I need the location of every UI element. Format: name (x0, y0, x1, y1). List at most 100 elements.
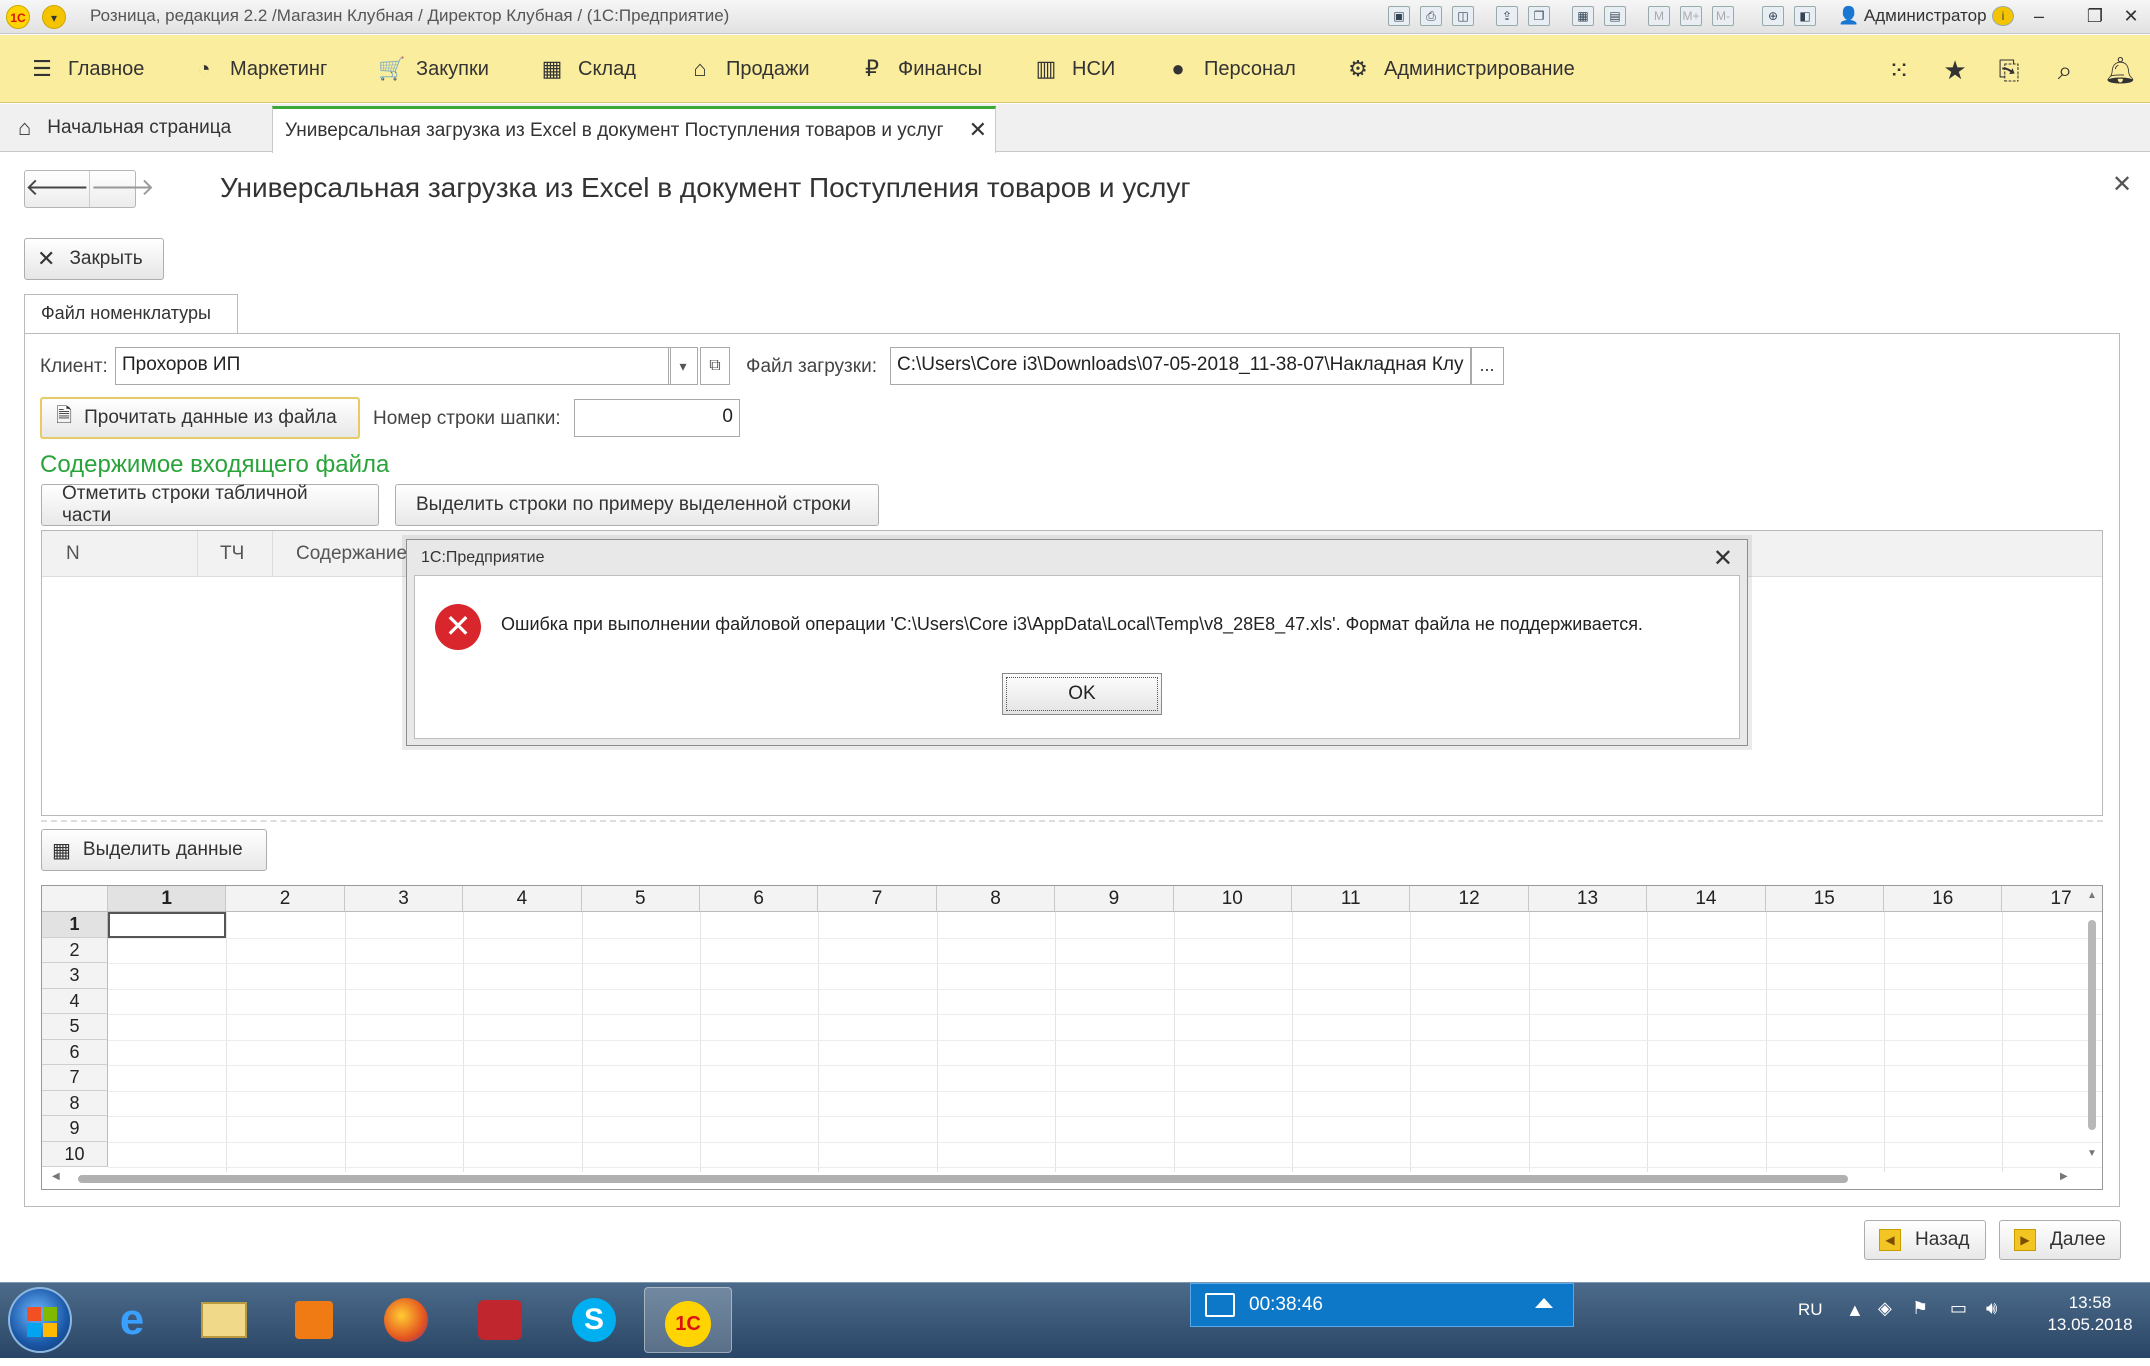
column-n[interactable]: N (66, 543, 80, 565)
read-file-button[interactable]: 🗎 Прочитать данные из файла (40, 397, 360, 439)
horizontal-scroll-thumb[interactable] (78, 1175, 1848, 1183)
restore-button[interactable]: ❐ (2080, 4, 2110, 28)
start-button[interactable] (8, 1287, 72, 1353)
scroll-up-icon[interactable]: ▲ (2087, 890, 2097, 901)
sheet-row-header[interactable]: 7 (42, 1065, 108, 1091)
favorites-star-icon[interactable]: ★ (1940, 55, 1970, 85)
system-clock[interactable]: 13:58 13.05.2018 (2040, 1292, 2140, 1336)
close-form-button[interactable]: ✕ Закрыть (24, 238, 164, 280)
select-data-button[interactable]: ▦ Выделить данные (41, 829, 267, 871)
sheet-column-header[interactable]: 5 (581, 886, 700, 912)
explorer-icon[interactable] (180, 1287, 268, 1353)
vertical-scrollbar[interactable]: ▲ ▼ (2085, 890, 2099, 1162)
form-close-icon[interactable]: ✕ (2112, 170, 2132, 199)
ok-button[interactable]: OK (1002, 673, 1162, 715)
menu-marketing[interactable]: ◔ Маркетинг (192, 35, 327, 103)
language-indicator[interactable]: RU (1798, 1300, 1823, 1320)
sheet-row-header[interactable]: 4 (42, 988, 108, 1014)
file-path-field[interactable]: C:\Users\Core i3\Downloads\07-05-2018_11… (890, 347, 1472, 385)
vertical-scroll-thumb[interactable] (2088, 920, 2096, 1130)
current-user[interactable]: 👤 Администратор (1838, 6, 1987, 26)
tab-home[interactable]: ⌂ Начальная страница (0, 104, 249, 152)
app-menu-icon[interactable]: ▾ (42, 5, 66, 29)
client-open-icon[interactable]: ⧉ (700, 347, 730, 385)
tray-expand-icon[interactable]: ▲ (1846, 1300, 1864, 1321)
sheet-column-header[interactable]: 12 (1410, 886, 1529, 912)
sheet-column-header[interactable]: 11 (1292, 886, 1411, 912)
spreadsheet[interactable]: 1 2 3 4 5 6 7 8 9 10 11 12 13 14 15 16 17 1 2 3 4 5 6 7 8 9 10 (41, 885, 2103, 1190)
menu-nsi[interactable]: ▥ НСИ (1034, 35, 1116, 103)
scroll-down-icon[interactable]: ▼ (2087, 1148, 2097, 1159)
sheet-corner[interactable] (42, 886, 108, 912)
sheet-column-header[interactable]: 9 (1055, 886, 1174, 912)
apps-grid-icon[interactable]: ⁙ (1884, 55, 1914, 85)
calendar-icon[interactable]: ▤ (1604, 6, 1626, 26)
sheet-column-header[interactable]: 1 (108, 886, 227, 912)
sheet-column-header[interactable]: 2 (226, 886, 345, 912)
memory-m-icon[interactable]: M (1648, 6, 1670, 26)
expand-icon[interactable] (1535, 1298, 1553, 1308)
media-player-icon[interactable] (270, 1287, 358, 1353)
search-icon[interactable]: ⌕ (2050, 55, 2080, 85)
menu-warehouse[interactable]: ▦ Склад (540, 35, 636, 103)
header-row-field[interactable]: 0 (574, 399, 740, 437)
sheet-row-header[interactable]: 5 (42, 1014, 108, 1040)
menu-sales[interactable]: ⌂ Продажи (688, 35, 809, 103)
menu-main[interactable]: ☰ Главное (30, 35, 144, 103)
menu-personnel[interactable]: ● Персонал (1166, 35, 1295, 103)
sheet-column-header[interactable]: 15 (1765, 886, 1884, 912)
tab-close-icon[interactable]: ✕ (969, 117, 987, 143)
sheet-column-header[interactable]: 3 (344, 886, 464, 912)
network-icon[interactable]: ▭ (1950, 1298, 1967, 1319)
menu-finance[interactable]: ₽ Финансы (860, 35, 982, 103)
export-icon[interactable]: ⇪ (1496, 6, 1518, 26)
acrobat-icon[interactable] (456, 1287, 544, 1353)
volume-icon[interactable]: 🔊︎ (1986, 1298, 1997, 1319)
sheet-column-header[interactable]: 4 (463, 886, 582, 912)
mark-rows-button[interactable]: Отметить строки табличной части (41, 483, 379, 526)
sheet-column-header[interactable]: 7 (818, 886, 937, 912)
dialog-close-icon[interactable]: ✕ (1713, 544, 1733, 573)
next-button[interactable]: ▶ Далее (1999, 1220, 2121, 1260)
file-select-button[interactable]: ... (1470, 347, 1504, 385)
sheet-column-header[interactable]: 8 (936, 886, 1056, 912)
preview-icon[interactable]: ◫ (1452, 6, 1474, 26)
back-button[interactable]: ◀ Назад (1864, 1220, 1986, 1260)
app-logo-icon[interactable]: 1С (6, 5, 30, 29)
skype-icon[interactable]: S (550, 1287, 638, 1353)
select-by-example-button[interactable]: Выделить строки по примеру выделенной ст… (395, 484, 879, 526)
tab-nomenclature-file[interactable]: Файл номенклатуры (24, 294, 238, 334)
tab-universal-import[interactable]: Универсальная загрузка из Excel в докуме… (272, 106, 996, 153)
tray-app-icon[interactable]: ◈ (1878, 1298, 1892, 1319)
copy-icon[interactable]: ❐ (1528, 6, 1550, 26)
back-arrow-icon[interactable]: 🡐 (25, 171, 89, 207)
column-content[interactable]: Содержание (296, 543, 407, 565)
history-icon[interactable]: ⎘ (1994, 55, 2024, 85)
sheet-column-header[interactable]: 13 (1528, 886, 1648, 912)
client-field[interactable]: Прохоров ИП (115, 347, 671, 385)
calculator-icon[interactable]: ▦ (1572, 6, 1594, 26)
menu-purchases[interactable]: 🛒 Закупки (378, 35, 489, 103)
memory-mminus-icon[interactable]: M- (1712, 6, 1734, 26)
sheet-row-header[interactable]: 1 (42, 912, 108, 938)
splitter[interactable] (41, 820, 2103, 822)
sheet-row-header[interactable]: 8 (42, 1090, 108, 1116)
memory-mplus-icon[interactable]: M+ (1680, 6, 1702, 26)
sheet-column-header[interactable]: 16 (1884, 886, 2003, 912)
timer-widget[interactable]: 00:38:46 (1190, 1283, 1574, 1327)
window-close-button[interactable]: ✕ (2116, 4, 2146, 28)
sheet-row-header[interactable]: 6 (42, 1039, 108, 1065)
menu-admin[interactable]: ⚙ Администрирование (1346, 35, 1575, 103)
sheet-row-header[interactable]: 3 (42, 963, 108, 989)
column-tch[interactable]: ТЧ (220, 543, 244, 565)
forward-arrow-icon[interactable]: 🡒 (89, 171, 155, 207)
sheet-column-header[interactable]: 14 (1647, 886, 1766, 912)
active-cell[interactable] (108, 912, 227, 938)
print-icon[interactable]: ⎙ (1420, 6, 1442, 26)
scroll-right-icon[interactable]: ▶ (2060, 1171, 2068, 1182)
bell-icon[interactable]: 🔔︎ (2104, 55, 2137, 85)
minimize-button[interactable]: – (2024, 4, 2054, 28)
info-icon[interactable]: i (1992, 6, 2014, 26)
panel-icon[interactable]: ◧ (1794, 6, 1816, 26)
sheet-row-header[interactable]: 2 (42, 937, 108, 963)
